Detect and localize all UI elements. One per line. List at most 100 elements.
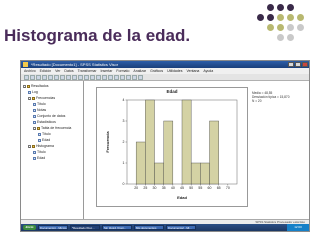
dot-light xyxy=(297,24,304,31)
output-pane: Edad 0 1 2 3 4 20 25 30 35 40 45 50 55 60 65 70 Edad Frec… xyxy=(84,81,309,219)
save-icon[interactable] xyxy=(30,74,35,80)
y-tick-label: 4 xyxy=(123,98,125,102)
goto-data-icon[interactable] xyxy=(60,74,65,80)
nav-tree-label: Edad xyxy=(42,138,51,142)
insert-title-icon[interactable] xyxy=(96,74,101,80)
nav-tree-item[interactable]: − Frecuencias xyxy=(28,96,55,101)
nav-tree-item[interactable]: Estadísticos xyxy=(33,120,56,125)
taskbar-item-word[interactable]: Documento1 - Micros... xyxy=(38,225,68,230)
nav-tree-item[interactable]: Edad xyxy=(38,138,50,143)
taskbar-item-spss-output[interactable]: *Resultado [Doc... xyxy=(70,225,100,230)
dot-dark xyxy=(277,4,284,11)
document-icon xyxy=(33,157,36,160)
expand-icon[interactable] xyxy=(120,74,125,80)
document-icon xyxy=(33,151,36,154)
y-tick-label: 1 xyxy=(123,161,125,165)
x-tick-label: 20 xyxy=(134,186,138,190)
document-icon xyxy=(38,139,41,142)
dot-dark xyxy=(287,4,294,11)
taskbar-item-my-documents[interactable]: Mis documentos xyxy=(134,225,164,230)
nav-tree-item[interactable]: − Histograma xyxy=(28,144,54,149)
y-tick-label: 0 xyxy=(123,182,125,186)
windows-taskbar: Inicio Documento1 - Micros... *Resultado… xyxy=(21,224,309,231)
nav-tree-label: Notas xyxy=(37,108,47,112)
nav-tree-item[interactable]: − Resultados xyxy=(23,84,49,89)
close-button[interactable] xyxy=(302,62,308,67)
nav-tree-label: Conjunto de datos xyxy=(37,114,66,118)
stats-legend: Media = 48,55 Desviación típica = 15,870… xyxy=(252,91,289,103)
expand-collapse-icon[interactable]: − xyxy=(28,97,31,101)
nav-tree-item[interactable]: Edad xyxy=(33,156,45,161)
x-tick-label: 40 xyxy=(171,186,175,190)
demote-icon[interactable] xyxy=(114,74,119,80)
x-tick-label: 25 xyxy=(143,186,147,190)
x-tick-label: 30 xyxy=(153,186,157,190)
histogram-svg: 0 1 2 3 4 20 25 30 35 40 45 50 55 60 65 70 Edad Frecuenci… xyxy=(105,98,238,200)
decorative-dots xyxy=(256,2,316,48)
histogram-bar xyxy=(163,120,174,185)
spss-viewer-window: *Resultado [Documento1] - SPSS Statistic… xyxy=(20,60,310,232)
nav-tree-label: Resultados xyxy=(31,84,49,88)
dot-dark xyxy=(267,14,274,21)
start-button[interactable]: Inicio xyxy=(23,225,36,230)
maximize-button[interactable] xyxy=(295,62,301,67)
nav-tree-item[interactable]: Título xyxy=(33,150,46,155)
dot-light xyxy=(287,24,294,31)
histogram-chart[interactable]: Edad 0 1 2 3 4 20 25 30 35 40 45 50 55 60 65 70 Edad Frec… xyxy=(96,87,248,207)
show-icon[interactable] xyxy=(132,74,137,80)
folder-icon xyxy=(32,97,35,100)
find-icon[interactable] xyxy=(78,74,83,80)
nav-tree-label: Frecuencias xyxy=(36,96,56,100)
expand-collapse-icon[interactable]: − xyxy=(23,85,26,89)
chart-icon[interactable] xyxy=(84,74,89,80)
window-titlebar: *Resultado [Documento1] - SPSS Statistic… xyxy=(21,61,309,68)
dot-olive xyxy=(277,24,284,31)
nav-tree-item[interactable]: − Tabla de frecuencia xyxy=(33,126,71,131)
insert-text-icon[interactable] xyxy=(102,74,107,80)
document-icon xyxy=(33,103,36,106)
histogram-bar xyxy=(145,99,155,185)
open-icon[interactable] xyxy=(24,74,29,80)
document-icon xyxy=(33,121,36,124)
collapse-icon[interactable] xyxy=(126,74,131,80)
system-tray-clock: 12:00 xyxy=(287,224,309,231)
dot-olive xyxy=(277,14,284,21)
minimize-button[interactable] xyxy=(288,62,294,67)
document-icon xyxy=(33,115,36,118)
promote-icon[interactable] xyxy=(108,74,113,80)
nav-tree-item[interactable]: Título xyxy=(38,132,51,137)
nav-tree-item[interactable]: Conjunto de datos xyxy=(33,114,65,119)
hide-icon[interactable] xyxy=(138,74,143,80)
nav-tree-item[interactable]: Notas xyxy=(33,108,46,113)
undo-icon[interactable] xyxy=(48,74,53,80)
folder-icon xyxy=(27,85,30,88)
expand-collapse-icon[interactable]: − xyxy=(33,127,36,131)
dot-olive xyxy=(287,14,294,21)
nav-tree-label: Histograma xyxy=(36,144,54,148)
nav-tree-label: Título xyxy=(37,150,46,154)
nav-tree-label: Tabla de frecuencia xyxy=(41,126,72,130)
dot-olive xyxy=(297,14,304,21)
taskbar-item-spss-data[interactable]: Sin título1 [Conj... xyxy=(102,225,132,230)
redo-icon[interactable] xyxy=(54,74,59,80)
dot-dark xyxy=(257,14,264,21)
x-tick-label: 35 xyxy=(162,186,166,190)
slide-title: Histograma de la edad. xyxy=(4,26,191,45)
x-tick-label: 50 xyxy=(189,186,193,190)
x-tick-label: 70 xyxy=(226,186,230,190)
goto-case-icon[interactable] xyxy=(66,74,71,80)
window-title: *Resultado [Documento1] - SPSS Statistic… xyxy=(31,62,119,67)
x-tick-label: 60 xyxy=(208,186,212,190)
insert-heading-icon[interactable] xyxy=(90,74,95,80)
nav-tree-item[interactable]: Título xyxy=(33,102,46,107)
nav-tree-label: Log xyxy=(32,90,38,94)
folder-icon xyxy=(32,145,35,148)
print-icon[interactable] xyxy=(36,74,41,80)
nav-tree-item[interactable]: Log xyxy=(28,90,38,95)
expand-collapse-icon[interactable]: − xyxy=(28,145,31,149)
stats-n: N = 20 xyxy=(252,99,262,103)
export-icon[interactable] xyxy=(42,74,47,80)
taskbar-item-word-2[interactable]: Documento2 - Mi... xyxy=(166,225,196,230)
document-icon xyxy=(28,91,31,94)
variables-icon[interactable] xyxy=(72,74,77,80)
